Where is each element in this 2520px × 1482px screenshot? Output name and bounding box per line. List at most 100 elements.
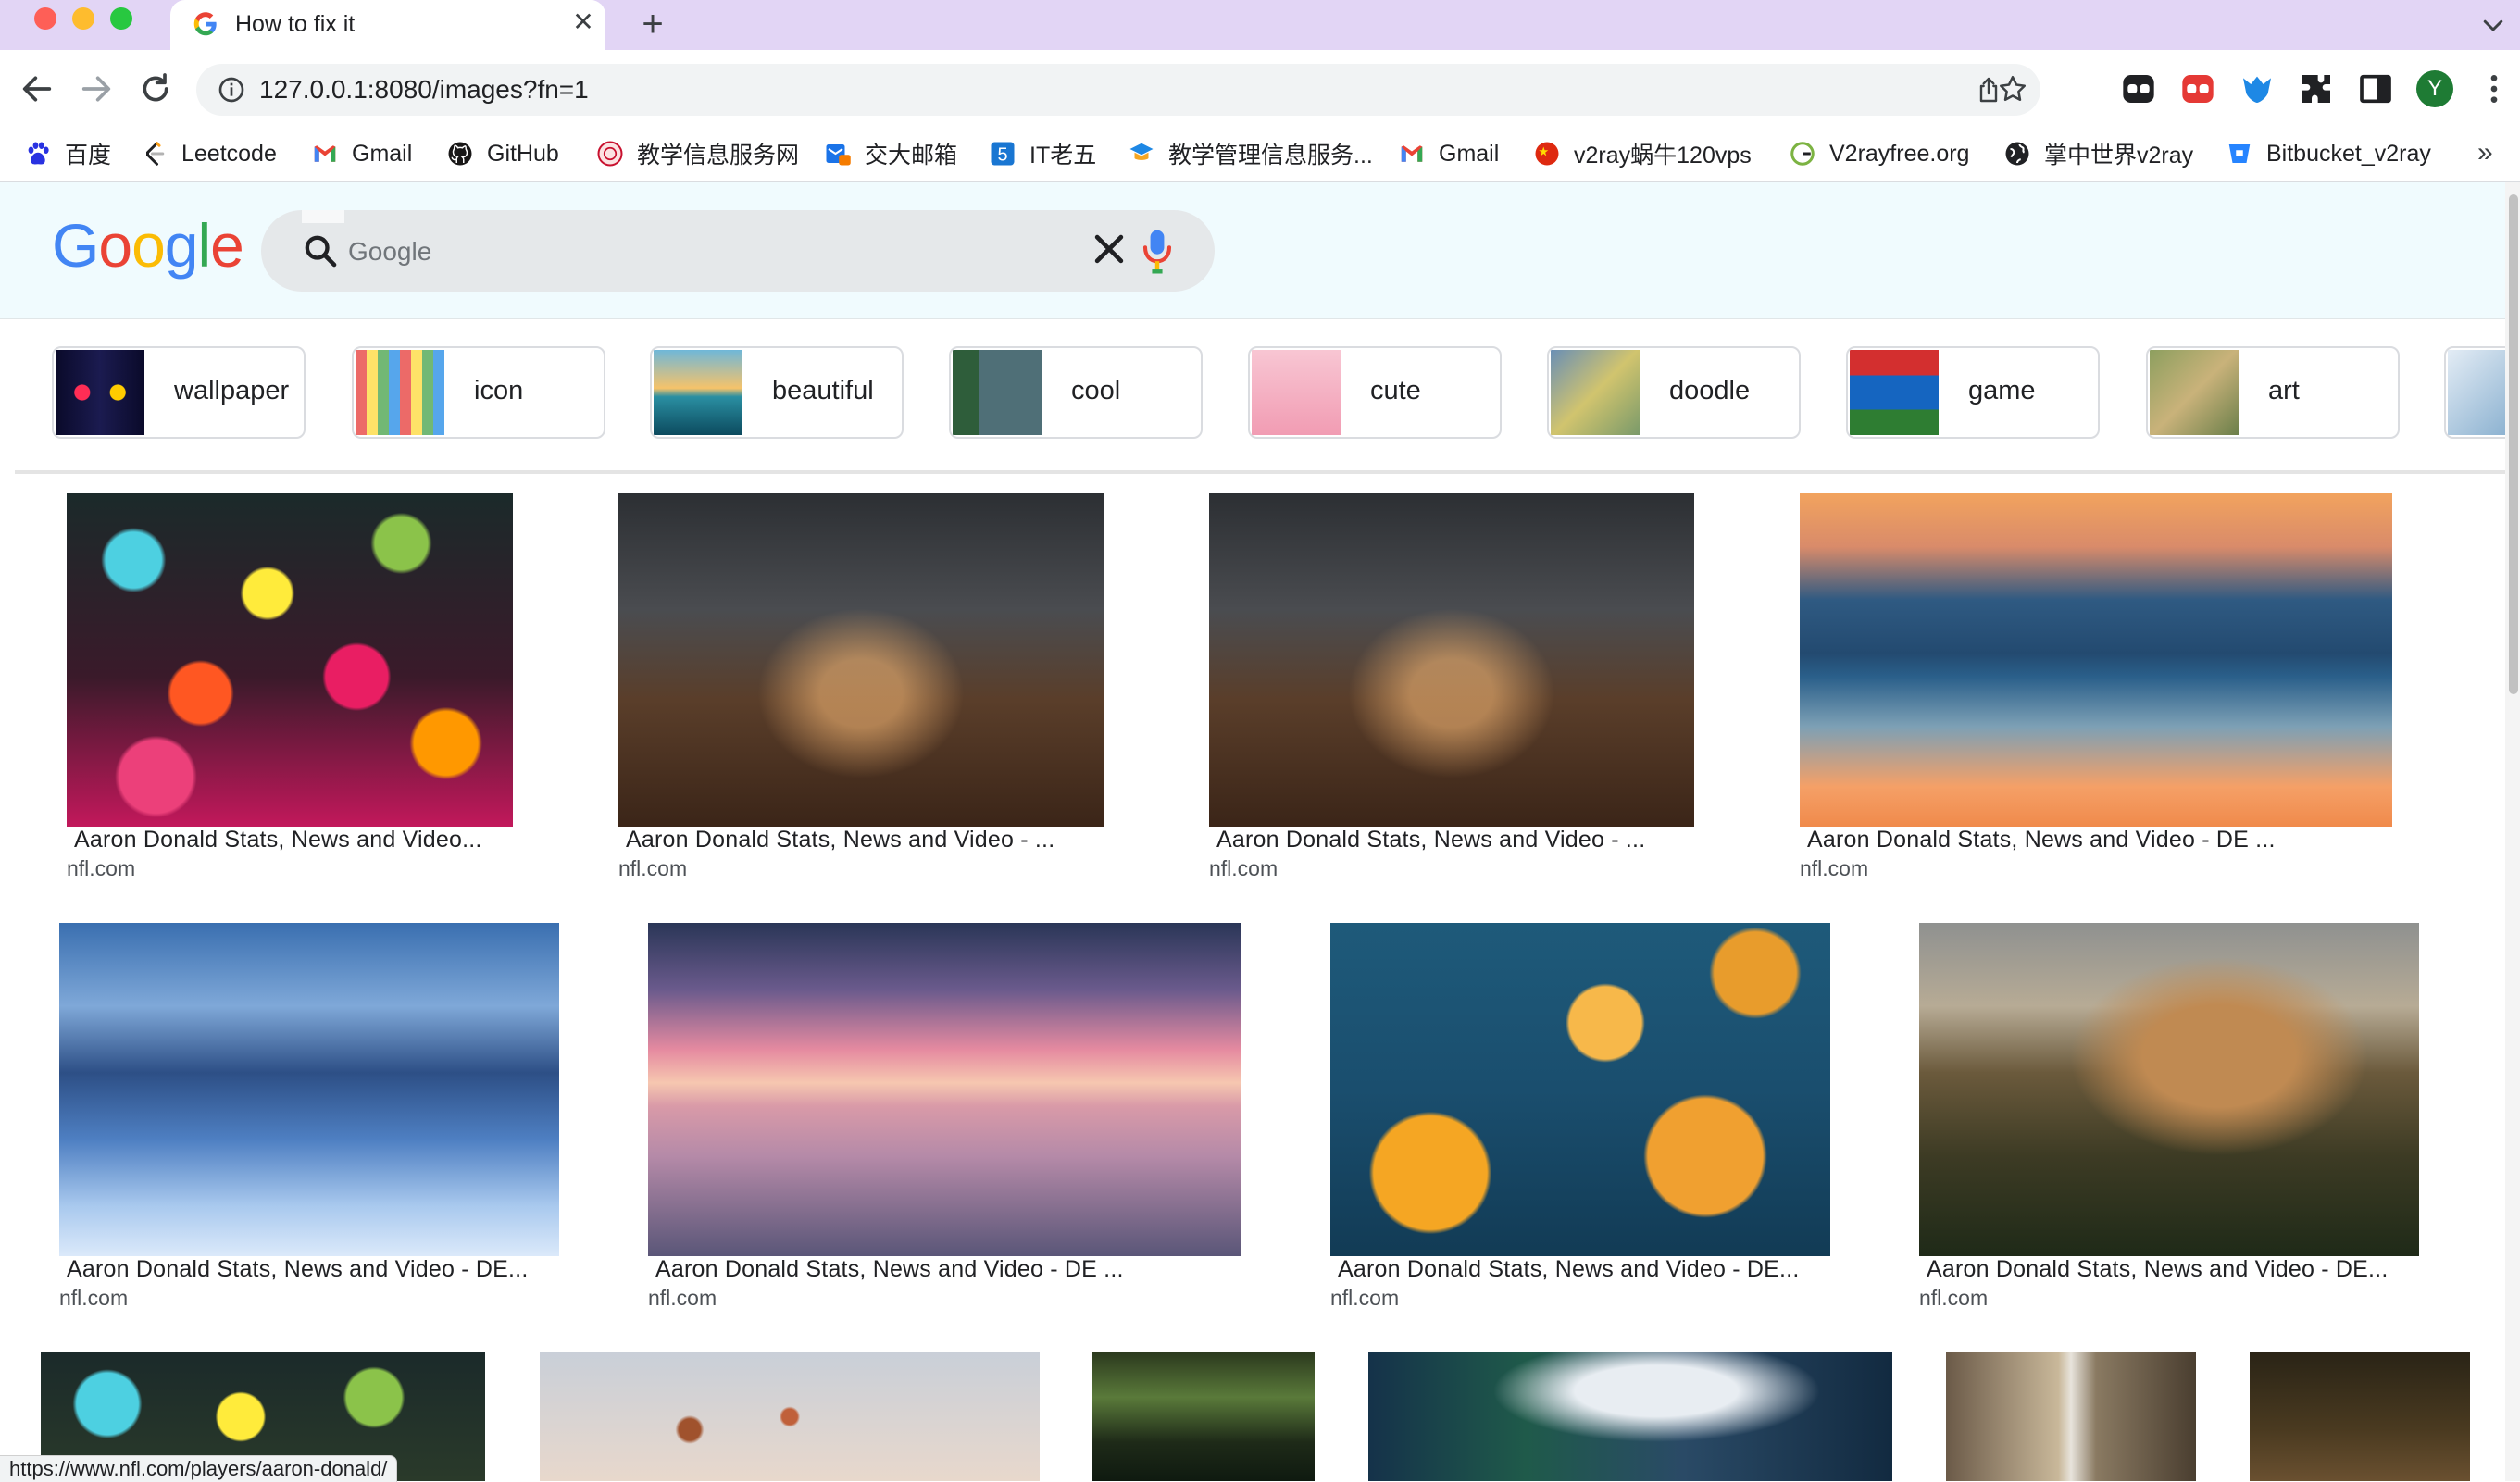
logo-letter: G bbox=[52, 211, 99, 280]
google-logo[interactable]: Google bbox=[52, 210, 244, 280]
bookmark-item[interactable]: Bitbucket_v2ray bbox=[2226, 135, 2431, 172]
extensions-puzzle-icon[interactable] bbox=[2298, 70, 2335, 107]
chip-cute[interactable]: cute bbox=[1248, 346, 1502, 439]
reload-icon[interactable] bbox=[137, 70, 174, 107]
chip-thumbnail bbox=[654, 350, 742, 435]
extension-mask-icon[interactable] bbox=[2120, 70, 2157, 107]
chip-doodle[interactable]: doodle bbox=[1547, 346, 1801, 439]
bookmark-label: 交大邮箱 bbox=[865, 143, 958, 168]
bookmark-item[interactable]: 5 IT老五 bbox=[989, 135, 1096, 172]
chip-thumbnail bbox=[1551, 350, 1640, 435]
image-result[interactable]: Aaron Donald Stats, News and Video - DE.… bbox=[1919, 923, 2438, 1312]
image-result[interactable]: Aaron Donald Stats, News and Video - ...… bbox=[1209, 493, 1728, 882]
chip-art[interactable]: art bbox=[2146, 346, 2400, 439]
image-result[interactable]: Aaron Donald Stats, News and Video - ...… bbox=[618, 493, 1137, 882]
baidu-paw-icon bbox=[28, 142, 49, 165]
active-tab[interactable]: How to fix it ✕ bbox=[170, 0, 605, 50]
result-thumbnail[interactable] bbox=[67, 493, 513, 827]
chip-thumbnail bbox=[56, 350, 144, 435]
search-icon[interactable] bbox=[302, 232, 339, 269]
page-scrollbar-thumb[interactable] bbox=[2509, 194, 2518, 694]
result-thumbnail[interactable] bbox=[1800, 493, 2392, 827]
address-bar[interactable]: 127.0.0.1:8080/images?fn=1 bbox=[196, 64, 2040, 116]
bookmark-label: v2ray蜗牛120vps bbox=[1574, 143, 1752, 168]
bookmark-item[interactable]: 掌中世界v2ray bbox=[2003, 135, 2193, 172]
image-result[interactable]: Aaron Donald Stats, News and Video - DE … bbox=[648, 923, 1241, 1312]
chip-cool[interactable]: cool bbox=[949, 346, 1203, 439]
url-text[interactable]: 127.0.0.1:8080/images?fn=1 bbox=[259, 75, 589, 105]
v2ray-g-icon bbox=[1790, 142, 1815, 166]
window-zoom-button[interactable] bbox=[110, 7, 132, 30]
result-title[interactable]: Aaron Donald Stats, News and Video... bbox=[74, 827, 583, 853]
result-thumbnail[interactable] bbox=[1209, 493, 1694, 827]
image-result[interactable]: Aaron Donald Stats, News and Video - DE … bbox=[1800, 493, 2392, 882]
search-box[interactable] bbox=[261, 210, 1215, 292]
chip-label: doodle bbox=[1669, 376, 1751, 405]
china-flag-icon bbox=[1535, 142, 1559, 166]
bookmark-label: Bitbucket_v2ray bbox=[2266, 140, 2431, 167]
bookmark-item[interactable]: Gmail bbox=[1398, 135, 1499, 172]
result-title[interactable]: Aaron Donald Stats, News and Video - ... bbox=[626, 827, 1141, 853]
bitbucket-icon bbox=[2228, 144, 2251, 163]
result-thumbnail[interactable] bbox=[540, 1352, 1040, 1481]
result-thumbnail[interactable] bbox=[648, 923, 1241, 1256]
site-info-icon[interactable] bbox=[217, 75, 246, 105]
tab-search-chevron-icon[interactable] bbox=[2479, 11, 2507, 39]
back-arrow-icon[interactable] bbox=[19, 70, 56, 107]
new-tab-button[interactable]: + bbox=[634, 6, 671, 43]
bookmark-item[interactable]: 百度 bbox=[24, 135, 111, 172]
result-title[interactable]: Aaron Donald Stats, News and Video - DE.… bbox=[1338, 1256, 1853, 1283]
result-title[interactable]: Aaron Donald Stats, News and Video - DE.… bbox=[67, 1256, 581, 1283]
result-thumbnail[interactable] bbox=[1368, 1352, 1892, 1481]
bookmark-label: 百度 bbox=[65, 143, 112, 168]
kebab-menu-icon[interactable] bbox=[2476, 70, 2513, 107]
search-input[interactable] bbox=[346, 230, 1054, 273]
chip-beautiful[interactable]: beautiful bbox=[650, 346, 904, 439]
image-result[interactable]: Aaron Donald Stats, News and Video... nf… bbox=[67, 493, 580, 882]
result-thumbnail[interactable] bbox=[59, 923, 559, 1256]
result-title[interactable]: Aaron Donald Stats, News and Video - ... bbox=[1216, 827, 1731, 853]
result-title[interactable]: Aaron Donald Stats, News and Video - DE … bbox=[655, 1256, 1244, 1283]
chip-label: icon bbox=[474, 376, 524, 405]
result-thumbnail[interactable] bbox=[618, 493, 1104, 827]
svg-text:5: 5 bbox=[997, 145, 1007, 166]
bookmark-item[interactable]: GitHub bbox=[446, 135, 559, 172]
tab-close-icon[interactable]: ✕ bbox=[568, 7, 598, 37]
clear-icon[interactable] bbox=[1089, 229, 1129, 269]
chip-wallpaper[interactable]: wallpaper bbox=[52, 346, 306, 439]
result-thumbnail[interactable] bbox=[1919, 923, 2419, 1256]
result-thumbnail[interactable] bbox=[2250, 1352, 2470, 1481]
result-thumbnail[interactable] bbox=[1330, 923, 1830, 1256]
window-close-button[interactable] bbox=[34, 7, 56, 30]
bookmark-item[interactable]: V2rayfree.org bbox=[1789, 135, 1969, 172]
image-result[interactable]: Aaron Donald Stats, News and Video - DE.… bbox=[1330, 923, 1849, 1312]
bookmark-item[interactable]: 教学信息服务网 bbox=[596, 135, 799, 172]
chips-divider bbox=[15, 470, 2505, 474]
forward-arrow-icon[interactable] bbox=[78, 70, 115, 107]
result-thumbnail[interactable] bbox=[1092, 1352, 1315, 1481]
window-minimize-button[interactable] bbox=[72, 7, 94, 30]
side-panel-icon[interactable] bbox=[2357, 70, 2394, 107]
microphone-icon[interactable] bbox=[1139, 227, 1176, 275]
bookmark-item[interactable]: v2ray蜗牛120vps bbox=[1533, 135, 1752, 172]
bookmark-label: V2rayfree.org bbox=[1829, 140, 1970, 167]
result-title[interactable]: Aaron Donald Stats, News and Video - DE … bbox=[1807, 827, 2396, 853]
bookmark-item[interactable]: 教学管理信息服务... bbox=[1128, 135, 1373, 172]
chip-game[interactable]: game bbox=[1846, 346, 2100, 439]
chip-thumbnail bbox=[1850, 350, 1939, 435]
bookmark-item[interactable]: Gmail bbox=[311, 135, 412, 172]
extension-bird-icon[interactable] bbox=[2239, 70, 2276, 107]
chip-icon[interactable]: icon bbox=[352, 346, 605, 439]
profile-avatar[interactable]: Y bbox=[2416, 70, 2453, 107]
bookmark-item[interactable]: Leetcode bbox=[141, 135, 277, 172]
result-source: nfl.com bbox=[1330, 1286, 1400, 1310]
extension-red-icon[interactable] bbox=[2179, 70, 2216, 107]
image-result[interactable]: Aaron Donald Stats, News and Video - DE.… bbox=[59, 923, 578, 1312]
result-thumbnail[interactable] bbox=[1946, 1352, 2196, 1481]
bookmarks-overflow-chevron-icon[interactable]: » bbox=[2477, 137, 2493, 168]
result-source: nfl.com bbox=[1209, 856, 1279, 880]
bookmark-item[interactable]: 交大邮箱 bbox=[824, 135, 957, 172]
result-source: nfl.com bbox=[67, 856, 136, 880]
bookmark-star-icon[interactable] bbox=[1997, 73, 2028, 105]
result-title[interactable]: Aaron Donald Stats, News and Video - DE.… bbox=[1927, 1256, 2441, 1283]
